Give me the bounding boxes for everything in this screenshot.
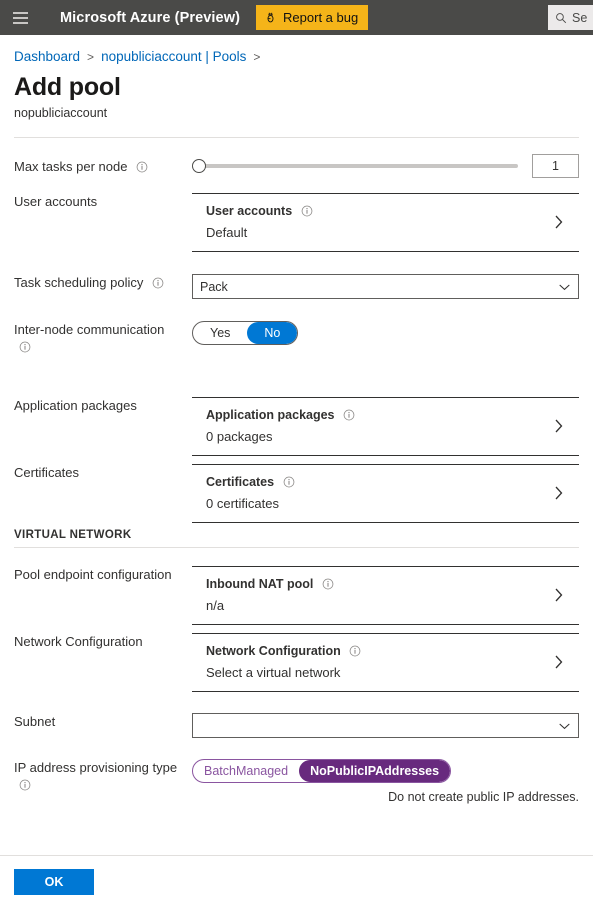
user-accounts-card-title: User accounts [206,203,552,220]
field-max-tasks-per-node: Max tasks per node [14,138,579,178]
inter-node-communication-toggle[interactable]: Yes No [192,321,299,345]
ip-provisioning-option-batchmanaged[interactable]: BatchManaged [193,760,299,782]
inbound-nat-pool-card-title-text: Inbound NAT pool [206,577,314,591]
network-configuration-card-title: Network Configuration [206,643,552,660]
page-title: Add pool [14,73,121,101]
breadcrumb-item-pools[interactable]: nopubliciaccount | Pools [101,49,246,64]
application-packages-card-title: Application packages [206,407,552,424]
inter-node-communication-option-yes[interactable]: Yes [193,322,247,344]
field-inter-node-communication: Inter-node communication Yes No [14,321,579,355]
add-pool-form: Max tasks per node User accou [14,137,579,804]
max-tasks-per-node-label-text: Max tasks per node [14,158,128,174]
search-input[interactable]: Se [548,5,593,30]
field-task-scheduling-policy: Task scheduling policy Pack [14,274,579,299]
inbound-nat-pool-card-value: n/a [206,598,225,613]
report-a-bug-button[interactable]: Report a bug [256,5,369,30]
brand-title: Microsoft Azure (Preview) [60,9,241,26]
application-packages-card-value: 0 packages [206,429,273,444]
info-icon[interactable] [301,205,313,217]
field-network-configuration: Network Configuration Network Configurat… [14,633,579,692]
user-accounts-label: User accounts [14,194,98,209]
application-packages-card-title-text: Application packages [206,408,335,422]
search-placeholder: Se [572,10,588,25]
user-accounts-card-value: Default [206,225,248,240]
field-user-accounts: User accounts User accounts Default [14,193,579,252]
field-subnet: Subnet [14,713,579,738]
info-icon[interactable] [343,409,355,421]
task-scheduling-policy-select[interactable]: Pack [192,274,579,299]
info-icon[interactable] [322,578,334,590]
top-navigation-bar: Microsoft Azure (Preview) Report a bug S… [0,0,593,35]
certificates-card-value: 0 certificates [206,496,279,511]
breadcrumb-item-dashboard[interactable]: Dashboard [14,49,80,64]
chevron-right-icon [555,588,563,602]
breadcrumb-separator: > [253,49,261,64]
field-pool-endpoint-configuration: Pool endpoint configuration Inbound NAT … [14,566,579,625]
form-footer: OK [0,855,593,910]
hamburger-bar [12,21,28,24]
user-accounts-card-title-text: User accounts [206,204,293,218]
max-tasks-per-node-input[interactable] [532,154,579,178]
field-ip-address-provisioning-type: IP address provisioning type BatchManage… [14,759,579,804]
user-accounts-card[interactable]: User accounts Default [192,193,579,252]
breadcrumb-separator: > [87,49,95,64]
ip-address-provisioning-type-label-text: IP address provisioning type [14,760,178,775]
info-icon[interactable] [19,341,31,353]
max-tasks-per-node-slider[interactable] [192,158,518,174]
pool-endpoint-configuration-label: Pool endpoint configuration [14,567,172,582]
subnet-label: Subnet [14,714,56,729]
field-certificates: Certificates Certificates 0 certificates [14,464,579,523]
field-application-packages: Application packages Application package… [14,397,579,456]
certificates-label: Certificates [14,465,80,480]
section-header-virtual-network: VIRTUAL NETWORK [14,529,579,548]
bug-icon [267,12,274,23]
ip-provisioning-helper-text: Do not create public IP addresses. [388,790,579,804]
report-a-bug-label: Report a bug [283,10,359,25]
slider-track [199,164,518,168]
max-tasks-per-node-label: Max tasks per node [14,158,192,175]
page-subtitle: nopubliciaccount [14,106,108,120]
inter-node-communication-option-no[interactable]: No [247,322,298,344]
chevron-down-icon [559,723,570,729]
chevron-down-icon [559,284,570,290]
task-scheduling-policy-label: Task scheduling policy [14,274,192,291]
task-scheduling-policy-value: Pack [200,279,228,294]
application-packages-label: Application packages [14,398,137,413]
inter-node-communication-label-text: Inter-node communication [14,322,165,337]
slider-thumb[interactable] [192,159,206,173]
info-icon[interactable] [152,277,164,289]
certificates-card-title: Certificates [206,474,552,491]
network-configuration-card[interactable]: Network Configuration Select a virtual n… [192,633,579,692]
pool-endpoint-configuration-card[interactable]: Inbound NAT pool n/a [192,566,579,625]
chevron-right-icon [555,655,563,669]
breadcrumb: Dashboard > nopubliciaccount | Pools > [14,35,579,64]
application-packages-card[interactable]: Application packages 0 packages [192,397,579,456]
task-scheduling-policy-label-text: Task scheduling policy [14,275,144,290]
network-configuration-label: Network Configuration [14,634,143,649]
info-icon[interactable] [283,476,295,488]
ip-address-provisioning-type-label: IP address provisioning type [14,759,192,793]
info-icon[interactable] [136,161,148,173]
hamburger-bar [12,16,28,19]
hamburger-icon[interactable] [0,0,40,35]
hamburger-bar [12,11,28,14]
network-configuration-card-value: Select a virtual network [206,665,341,680]
certificates-card-title-text: Certificates [206,475,275,489]
chevron-right-icon [555,215,563,229]
inter-node-communication-label: Inter-node communication [14,321,192,355]
network-configuration-card-title-text: Network Configuration [206,644,341,658]
chevron-right-icon [555,419,563,433]
info-icon[interactable] [19,779,31,791]
chevron-right-icon [555,486,563,500]
inbound-nat-pool-card-title: Inbound NAT pool [206,576,552,593]
info-icon[interactable] [349,645,361,657]
ok-button[interactable]: OK [14,869,94,895]
subnet-select[interactable] [192,713,579,738]
certificates-card[interactable]: Certificates 0 certificates [192,464,579,523]
ip-provisioning-option-nopublicipaddresses[interactable]: NoPublicIPAddresses [299,760,451,782]
search-icon [556,12,567,23]
ip-address-provisioning-type-toggle[interactable]: BatchManaged NoPublicIPAddresses [192,759,452,783]
